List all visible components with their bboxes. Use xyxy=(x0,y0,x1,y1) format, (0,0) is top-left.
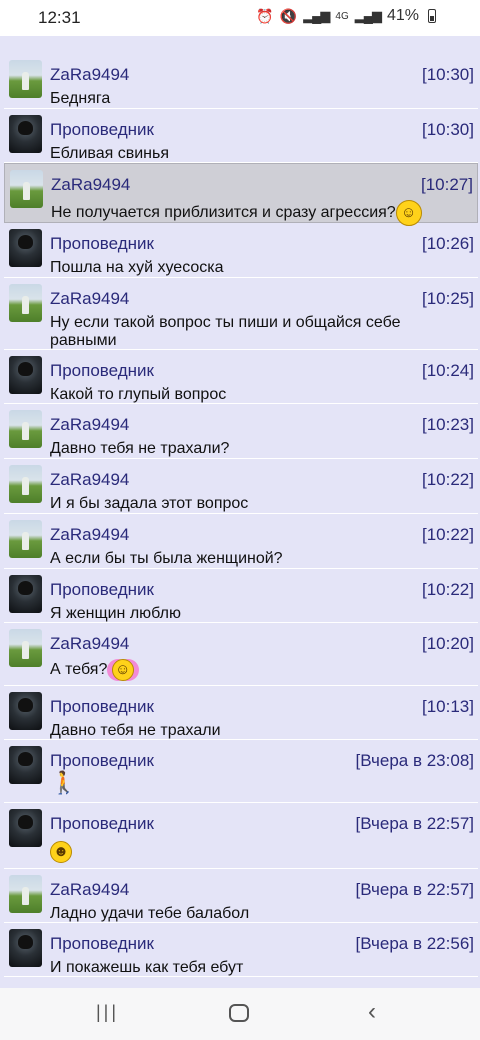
message-text: И я бы задала этот вопрос xyxy=(50,495,249,512)
avatar-propovednik[interactable] xyxy=(9,575,42,613)
reading-figure-smiley-icon: 🚶 xyxy=(50,770,78,795)
navigation-bar: ||| ‹ xyxy=(0,988,480,1040)
message-nick[interactable]: ZaRa9494 xyxy=(50,470,129,490)
message-row[interactable]: Проповедник [Вчера в 22:57] ☻ xyxy=(4,803,478,869)
laughing-smiley-icon: ☻ xyxy=(50,841,72,863)
avatar-propovednik[interactable] xyxy=(9,692,42,730)
message-nick[interactable]: ZaRa9494 xyxy=(51,175,130,195)
recent-apps-icon[interactable]: ||| xyxy=(96,1002,119,1023)
avatar-propovednik[interactable] xyxy=(9,746,42,784)
message-time: [Вчера в 22:57] xyxy=(355,880,474,899)
message-row[interactable]: Проповедник [10:13] Давно тебя не трахал… xyxy=(4,686,478,740)
chat-list: ZaRa9494 [10:30] Бедняга Проповедник [10… xyxy=(4,54,478,977)
message-text: Давно тебя не трахали? xyxy=(50,440,230,457)
avatar-zara[interactable] xyxy=(9,629,42,667)
message-time: [10:20] xyxy=(422,634,474,653)
message-text: Какой то глупый вопрос xyxy=(50,386,227,403)
message-row[interactable]: Проповедник [10:26] Пошла на хуй хуесоск… xyxy=(4,223,478,278)
message-row[interactable]: ZaRa9494 [10:22] И я бы задала этот вопр… xyxy=(4,459,478,514)
message-nick[interactable]: ZaRa9494 xyxy=(50,634,129,654)
avatar-propovednik[interactable] xyxy=(9,356,42,394)
avatar-zara[interactable] xyxy=(9,410,42,448)
avatar-zara[interactable] xyxy=(10,170,43,208)
message-text: ☻ xyxy=(50,841,460,863)
avatar-zara[interactable] xyxy=(9,520,42,558)
message-row[interactable]: ZaRa9494 [10:23] Давно тебя не трахали? xyxy=(4,404,478,459)
avatar-zara[interactable] xyxy=(9,465,42,503)
battery-icon xyxy=(428,9,436,23)
message-nick[interactable]: Проповедник xyxy=(50,120,154,140)
message-row[interactable]: ZaRa9494 [10:30] Бедняга xyxy=(4,54,478,109)
message-text: Бедняга xyxy=(50,90,111,107)
message-nick[interactable]: Проповедник xyxy=(50,697,154,717)
message-text: Ну если такой вопрос ты пиши и общайся с… xyxy=(50,314,401,349)
message-nick[interactable]: ZaRa9494 xyxy=(50,65,129,85)
message-time: [Вчера в 22:56] xyxy=(355,934,474,953)
network-type: 4G xyxy=(335,10,349,22)
message-time: [10:13] xyxy=(422,697,474,716)
message-row[interactable]: Проповедник [10:30] Ебливая свинья xyxy=(4,109,478,163)
message-row[interactable]: ZaRa9494 [Вчера в 22:57] Ладно удачи теб… xyxy=(4,869,478,923)
message-text: Давно тебя не трахали xyxy=(50,722,221,739)
message-row[interactable]: Проповедник [Вчера в 22:56] И покажешь к… xyxy=(4,923,478,977)
avatar-propovednik[interactable] xyxy=(9,929,42,967)
message-nick[interactable]: ZaRa9494 xyxy=(50,525,129,545)
message-time: [10:30] xyxy=(422,120,474,139)
message-time: [Вчера в 22:57] xyxy=(355,814,474,833)
alarm-icon: ⏰ xyxy=(256,7,274,24)
message-time: [Вчера в 23:08] xyxy=(355,751,474,770)
avatar-propovednik[interactable] xyxy=(9,229,42,267)
message-time: [10:25] xyxy=(422,289,474,308)
message-time: [10:22] xyxy=(422,580,474,599)
back-icon[interactable]: ‹ xyxy=(368,998,376,1026)
message-time: [10:23] xyxy=(422,415,474,434)
message-nick[interactable]: Проповедник xyxy=(50,751,154,771)
avatar-zara[interactable] xyxy=(9,284,42,322)
message-time: [10:26] xyxy=(422,234,474,253)
status-bar: 12:31 ⏰ 🔇 ▂▄▆ 4G ▂▄▆ 41% xyxy=(0,0,480,36)
message-text: А если бы ты была женщиной? xyxy=(50,550,283,567)
message-nick[interactable]: ZaRa9494 xyxy=(50,880,129,900)
signal-icon: ▂▄▆ xyxy=(303,8,330,23)
avatar-propovednik[interactable] xyxy=(9,809,42,847)
message-nick[interactable]: Проповедник xyxy=(50,234,154,254)
battery-level: 41% xyxy=(386,7,419,24)
message-row[interactable]: ZaRa9494 [10:20] А тебя? ☺ xyxy=(4,623,478,686)
message-row[interactable]: Проповедник [Вчера в 23:08] 🚶 xyxy=(4,740,478,803)
message-time: [10:30] xyxy=(422,65,474,84)
message-nick[interactable]: ZaRa9494 xyxy=(50,415,129,435)
message-text: А тебя? ☺ xyxy=(50,659,460,681)
avatar-propovednik[interactable] xyxy=(9,115,42,153)
message-time: [10:27] xyxy=(421,175,473,194)
blush-smiley-icon: ☺ xyxy=(111,659,134,681)
message-text-content: А тебя? xyxy=(50,661,108,679)
message-nick[interactable]: Проповедник xyxy=(50,580,154,600)
message-row[interactable]: ZaRa9494 [10:25] Ну если такой вопрос ты… xyxy=(4,278,478,350)
message-nick[interactable]: Проповедник xyxy=(50,361,154,381)
avatar-zara[interactable] xyxy=(9,875,42,913)
mute-icon: 🔇 xyxy=(279,7,298,24)
message-nick[interactable]: Проповедник xyxy=(50,934,154,954)
message-text: И покажешь как тебя ебут xyxy=(50,959,244,976)
message-time: [10:22] xyxy=(422,525,474,544)
message-nick[interactable]: ZaRa9494 xyxy=(50,289,129,309)
message-time: [10:24] xyxy=(422,361,474,380)
message-row[interactable]: Проповедник [10:24] Какой то глупый вопр… xyxy=(4,350,478,404)
avatar-zara[interactable] xyxy=(9,60,42,98)
home-icon[interactable] xyxy=(229,1004,249,1022)
message-text: Ебливая свинья xyxy=(50,145,169,162)
message-row[interactable]: ZaRa9494 [10:22] А если бы ты была женщи… xyxy=(4,514,478,569)
message-row[interactable]: Проповедник [10:22] Я женщин люблю xyxy=(4,569,478,623)
message-text: 🚶 xyxy=(50,770,460,795)
message-row-highlighted[interactable]: ZaRa9494 [10:27] Не получается приблизит… xyxy=(4,163,478,226)
message-text: Я женщин люблю xyxy=(50,605,181,622)
message-text-content: Не получается приблизится и сразу агресс… xyxy=(51,204,396,222)
message-nick[interactable]: Проповедник xyxy=(50,814,154,834)
message-text: Пошла на хуй хуесоска xyxy=(50,259,224,276)
status-icons: ⏰ 🔇 ▂▄▆ 4G ▂▄▆ 41% xyxy=(256,7,436,25)
status-time: 12:31 xyxy=(38,8,81,27)
signal-icon-2: ▂▄▆ xyxy=(354,8,382,23)
message-time: [10:22] xyxy=(422,470,474,489)
message-text: Ладно удачи тебе балабол xyxy=(50,905,250,922)
